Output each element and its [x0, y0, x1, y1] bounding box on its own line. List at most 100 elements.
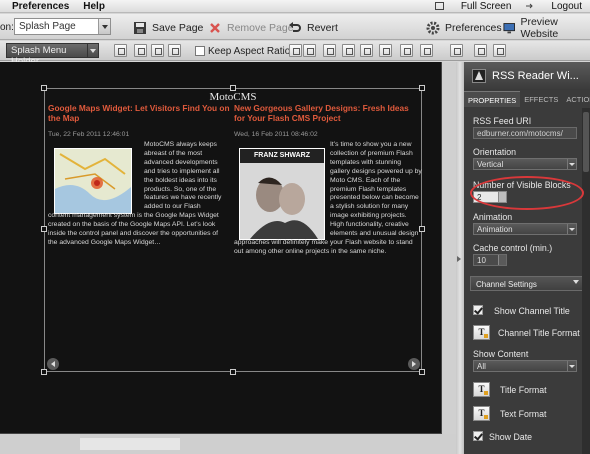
align-right-icon[interactable]: [323, 44, 336, 57]
animation-label: Animation: [473, 212, 513, 222]
page-select[interactable]: Splash Page: [14, 18, 111, 35]
remove-page-button[interactable]: Remove Page: [208, 19, 294, 36]
menu-preferences[interactable]: Preferences: [12, 1, 69, 12]
show-content-value: All: [477, 362, 486, 371]
align-left-icon[interactable]: [289, 44, 302, 57]
show-channel-title-label: Show Channel Title: [494, 306, 570, 316]
animation-select[interactable]: Animation: [473, 223, 577, 235]
show-date-checkbox[interactable]: [473, 431, 483, 441]
panel-title: RSS Reader Wi...: [492, 70, 579, 82]
logout-link[interactable]: Logout: [525, 1, 582, 12]
revert-button[interactable]: Revert: [288, 19, 338, 36]
feed-uri-input[interactable]: edburner.com/motocms/: [473, 127, 577, 139]
orientation-select[interactable]: Vertical: [473, 158, 577, 170]
feed-uri-label: RSS Feed URI: [473, 116, 532, 126]
stage[interactable]: MotoCMS Google Maps Widget: Let Visitors…: [0, 62, 442, 434]
settings-icon[interactable]: [400, 44, 413, 57]
chevron-down-icon: [98, 19, 110, 34]
show-date-label: Show Date: [489, 432, 533, 442]
channel-title-format-button[interactable]: T: [473, 325, 490, 340]
align-middle-icon[interactable]: [360, 44, 373, 57]
canvas-bottom-strip: [0, 434, 456, 454]
menubar-right: Full Screen Logout: [421, 0, 582, 13]
panel-tabs: PROPERTIES EFFECTS ACTIONS: [464, 91, 590, 107]
channel-settings-section[interactable]: Channel Settings: [470, 276, 584, 291]
page-select-value: Splash Page: [19, 21, 76, 32]
aspect-ratio-checkbox[interactable]: [195, 46, 205, 56]
cache-control-value: 10: [477, 256, 486, 265]
panel-splitter[interactable]: [456, 62, 464, 454]
main-toolbar: on: Splash Page Save Page Remove Page Re…: [0, 14, 590, 40]
resize-handle-bl[interactable]: [41, 369, 47, 375]
paste-icon[interactable]: [134, 44, 147, 57]
orientation-value: Vertical: [477, 160, 504, 169]
chevron-down-icon: [567, 159, 576, 169]
copy-icon[interactable]: [114, 44, 127, 57]
show-content-select[interactable]: All: [473, 360, 577, 372]
show-content-label: Show Content: [473, 349, 529, 359]
align-center-icon[interactable]: [303, 44, 316, 57]
title-format-label: Title Format: [500, 385, 547, 395]
preferences-button[interactable]: Preferences: [426, 19, 502, 36]
previous-arrow-icon[interactable]: [47, 358, 59, 370]
text-format-label: Text Format: [500, 409, 547, 419]
panel-scrollbar[interactable]: [582, 108, 590, 454]
preferences-label: Preferences: [445, 21, 502, 34]
menubar: Preferences Help Full Screen Logout: [0, 0, 590, 13]
remove-icon: [210, 22, 220, 33]
chevron-down-icon: [567, 361, 576, 371]
post-title[interactable]: Google Maps Widget: Let Visitors Find Yo…: [48, 103, 232, 123]
annotation-highlight: [470, 176, 584, 210]
monitor-icon: [503, 22, 516, 33]
show-channel-title-checkbox[interactable]: [473, 305, 483, 315]
post-date: Tue, 22 Feb 2011 12:46:01: [48, 131, 130, 138]
post-body: It’s time to show you a new collection o…: [234, 141, 422, 351]
animation-value: Animation: [477, 225, 513, 234]
align-top-icon[interactable]: [342, 44, 355, 57]
revert-label: Revert: [307, 21, 338, 34]
tab-effects[interactable]: EFFECTS: [520, 91, 562, 107]
gear-icon: [426, 21, 440, 34]
cache-control-stepper[interactable]: 10: [473, 254, 507, 266]
cache-control-label: Cache control (min.): [473, 243, 553, 253]
chevron-down-icon: [573, 280, 579, 287]
undo-icon: [289, 21, 301, 32]
save-page-button[interactable]: Save Page: [133, 19, 203, 36]
scrollbar-thumb[interactable]: [583, 112, 589, 172]
text-format-button[interactable]: T: [473, 406, 490, 421]
title-format-button[interactable]: T: [473, 382, 490, 397]
properties-panel: RSS Reader Wi... PROPERTIES EFFECTS ACTI…: [464, 62, 590, 454]
preview-website-button[interactable]: Preview Website: [503, 16, 590, 40]
full-screen-link[interactable]: Full Screen: [434, 1, 512, 12]
align-bottom-icon[interactable]: [379, 44, 392, 57]
next-arrow-icon[interactable]: [408, 358, 420, 370]
full-screen-icon: [434, 2, 444, 10]
tab-properties[interactable]: PROPERTIES: [464, 91, 521, 107]
preview-website-label: Preview Website: [520, 15, 559, 40]
widget-title: MotoCMS: [209, 91, 257, 103]
rss-widget-icon: [472, 69, 486, 83]
duplicate-icon[interactable]: [151, 44, 164, 57]
resize-handle-l[interactable]: [41, 226, 47, 232]
menu-help[interactable]: Help: [83, 1, 105, 12]
post-title[interactable]: New Gorgeous Gallery Designs: Fresh Idea…: [234, 103, 418, 123]
save-page-label: Save Page: [152, 21, 204, 34]
layer-up-icon[interactable]: [474, 44, 487, 57]
aspect-ratio-label: Keep Aspect Ratio: [208, 46, 291, 57]
chevron-down-icon: [567, 224, 576, 234]
stepper-arrows-icon[interactable]: [498, 255, 506, 265]
tab-actions[interactable]: ACTIONS: [562, 91, 590, 107]
arrange-icon[interactable]: [168, 44, 181, 57]
layer-down-icon[interactable]: [493, 44, 506, 57]
resize-handle-br[interactable]: [419, 369, 425, 375]
logout-icon: [526, 3, 534, 9]
delete-icon[interactable]: [420, 44, 433, 57]
lock-icon[interactable]: [450, 44, 463, 57]
floppy-disk-icon: [134, 21, 146, 34]
holder-select[interactable]: Splash Menu Holder: [6, 43, 99, 67]
resize-handle-b[interactable]: [230, 369, 236, 375]
post-body: MotoCMS always keeps abreast of the most…: [48, 141, 224, 311]
canvas-area: MotoCMS Google Maps Widget: Let Visitors…: [0, 62, 456, 454]
full-screen-label: Full Screen: [460, 1, 512, 12]
channel-settings-label: Channel Settings: [476, 280, 537, 289]
